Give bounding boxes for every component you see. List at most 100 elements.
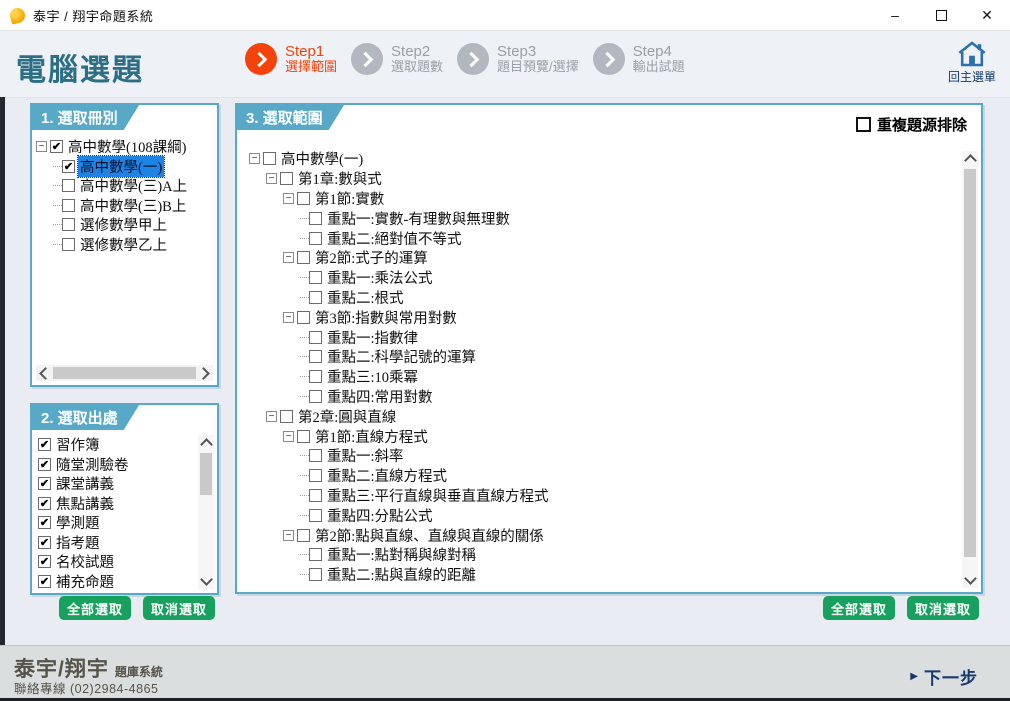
dedupe-checkbox[interactable]: 重複題源排除: [856, 114, 967, 135]
list-item[interactable]: ✔名校試題: [38, 552, 195, 572]
tree-item-label[interactable]: 重點二:絕對值不等式: [325, 228, 464, 249]
horizontal-scrollbar[interactable]: [36, 365, 213, 381]
tree-item[interactable]: 高中數學(三)A上: [36, 176, 213, 196]
tree-item-label[interactable]: 重點一:斜率: [325, 445, 406, 466]
tree-item-label[interactable]: 重點二:根式: [325, 287, 406, 308]
checkbox[interactable]: [309, 509, 322, 522]
checkbox[interactable]: [62, 179, 75, 192]
tree-item-label[interactable]: 第2章:圓與直線: [296, 406, 398, 427]
list-item[interactable]: ✔隨堂測驗卷: [38, 455, 195, 475]
select-all-button[interactable]: 全部選取: [823, 596, 895, 620]
tree-item-label[interactable]: 選修數學甲上: [78, 214, 169, 235]
list-item[interactable]: ✔課堂講義: [38, 474, 195, 494]
collapse-icon[interactable]: −: [266, 173, 277, 184]
step-3[interactable]: Step3 題目預覽/選擇: [457, 43, 579, 75]
tree-item-label[interactable]: 第1章:數與式: [296, 168, 384, 189]
list-item[interactable]: ✔補充命題: [38, 572, 195, 590]
tree-item-label[interactable]: 高中數學(108課綱): [66, 137, 188, 157]
collapse-icon[interactable]: −: [283, 431, 294, 442]
tree-item-label[interactable]: 重點四:分點公式: [325, 505, 435, 526]
collapse-icon[interactable]: −: [283, 193, 294, 204]
tree-item-label[interactable]: 高中數學(三)A上: [78, 175, 189, 196]
checkbox[interactable]: [309, 212, 322, 225]
vertical-scrollbar[interactable]: [962, 151, 978, 588]
checkbox[interactable]: [62, 238, 75, 251]
checkbox[interactable]: [309, 568, 322, 581]
minimize-button[interactable]: –: [872, 0, 918, 30]
next-step-button[interactable]: ▶ 下一步: [910, 664, 978, 689]
checkbox[interactable]: ✔: [38, 477, 51, 490]
tree-item-label[interactable]: 重點三:10乘冪: [325, 366, 420, 387]
step-4[interactable]: Step4 輸出試題: [593, 43, 685, 75]
checkbox[interactable]: [309, 489, 322, 502]
tree-item-label[interactable]: 重點二:點與直線的距離: [325, 564, 478, 585]
collapse-icon[interactable]: −: [283, 312, 294, 323]
checkbox[interactable]: ✔: [50, 140, 63, 153]
checkbox[interactable]: [309, 291, 322, 304]
tree-item[interactable]: 重點一:指數律: [249, 327, 957, 347]
tree-item-label[interactable]: 重點二:直線方程式: [325, 465, 449, 486]
tree-item[interactable]: ✔高中數學(一): [36, 157, 213, 177]
checkbox[interactable]: [280, 410, 293, 423]
scroll-left-button[interactable]: [36, 365, 52, 381]
checkbox[interactable]: [309, 331, 322, 344]
tree-item-label[interactable]: 選修數學乙上: [78, 234, 169, 255]
tree-item[interactable]: − 高中數學(一): [249, 149, 957, 169]
tree-item[interactable]: − 第2章:圓與直線: [249, 406, 957, 426]
list-item[interactable]: ✔學測題: [38, 513, 195, 533]
scroll-down-button[interactable]: [962, 572, 978, 588]
tree-item-label[interactable]: 重點一:實數-有理數與無理數: [325, 208, 512, 229]
tree-item-label[interactable]: 高中數學(一): [78, 156, 164, 177]
tree-item-label[interactable]: 第2節:式子的運算: [313, 247, 430, 268]
tree-item[interactable]: − 第3節:指數與常用對數: [249, 307, 957, 327]
collapse-icon[interactable]: −: [249, 153, 260, 164]
home-button[interactable]: 回主選單: [944, 41, 1000, 85]
tree-item-label[interactable]: 重點一:點對稱與線對稱: [325, 544, 478, 565]
checkbox[interactable]: ✔: [38, 438, 51, 451]
checkbox[interactable]: [309, 469, 322, 482]
tree-item[interactable]: 重點二:直線方程式: [249, 466, 957, 486]
collapse-icon[interactable]: −: [266, 411, 277, 422]
tree-item-label[interactable]: 重點一:乘法公式: [325, 267, 435, 288]
tree-item-label[interactable]: 第2節:點與直線、直線與直線的關係: [313, 525, 546, 546]
checkbox[interactable]: [309, 232, 322, 245]
checkbox[interactable]: [297, 529, 310, 542]
tree-item[interactable]: 重點四:常用對數: [249, 387, 957, 407]
tree-item-label[interactable]: 重點三:平行直線與垂直直線方程式: [325, 485, 551, 506]
tree-item[interactable]: − 第2節:式子的運算: [249, 248, 957, 268]
tree-item[interactable]: 重點三:10乘冪: [249, 367, 957, 387]
tree-item[interactable]: 重點二:點與直線的距離: [249, 565, 957, 585]
tree-item[interactable]: −第2節:點與直線、直線與直線的關係: [249, 525, 957, 545]
tree-item-label[interactable]: 重點二:科學記號的運算: [325, 346, 478, 367]
checkbox[interactable]: ✔: [38, 516, 51, 529]
checkbox[interactable]: ✔: [38, 497, 51, 510]
checkbox[interactable]: ✔: [38, 458, 51, 471]
collapse-icon[interactable]: −: [283, 252, 294, 263]
scrollbar-thumb[interactable]: [53, 367, 196, 379]
step-1[interactable]: Step1 選擇範圍: [245, 43, 337, 75]
checkbox[interactable]: [309, 350, 322, 363]
scroll-up-button[interactable]: [198, 435, 214, 451]
checkbox[interactable]: [297, 311, 310, 324]
scrollbar-thumb[interactable]: [200, 453, 212, 495]
tree-item-label[interactable]: 第1節:直線方程式: [313, 426, 430, 447]
tree-item-label[interactable]: 第3節:指數與常用對數: [313, 307, 459, 328]
maximize-button[interactable]: [918, 0, 964, 30]
select-all-button[interactable]: 全部選取: [59, 596, 131, 620]
checkbox[interactable]: [62, 218, 75, 231]
tree-item[interactable]: 高中數學(三)B上: [36, 196, 213, 216]
tree-item[interactable]: − 第1節:直線方程式: [249, 426, 957, 446]
checkbox[interactable]: ✔: [62, 160, 75, 173]
scroll-down-button[interactable]: [198, 573, 214, 589]
deselect-button[interactable]: 取消選取: [907, 596, 979, 620]
tree-item[interactable]: 選修數學甲上: [36, 215, 213, 235]
deselect-button[interactable]: 取消選取: [143, 596, 215, 620]
tree-item[interactable]: 重點一:點對稱與線對稱: [249, 545, 957, 565]
tree-item-label[interactable]: 第1節:實數: [313, 188, 386, 209]
tree-item[interactable]: 重點三:平行直線與垂直直線方程式: [249, 486, 957, 506]
list-item[interactable]: ✔習作簿: [38, 435, 195, 455]
checkbox[interactable]: [297, 192, 310, 205]
tree-item-label[interactable]: 高中數學(一): [279, 149, 365, 169]
checkbox[interactable]: ✔: [38, 575, 51, 588]
tree-item[interactable]: 重點一:乘法公式: [249, 268, 957, 288]
